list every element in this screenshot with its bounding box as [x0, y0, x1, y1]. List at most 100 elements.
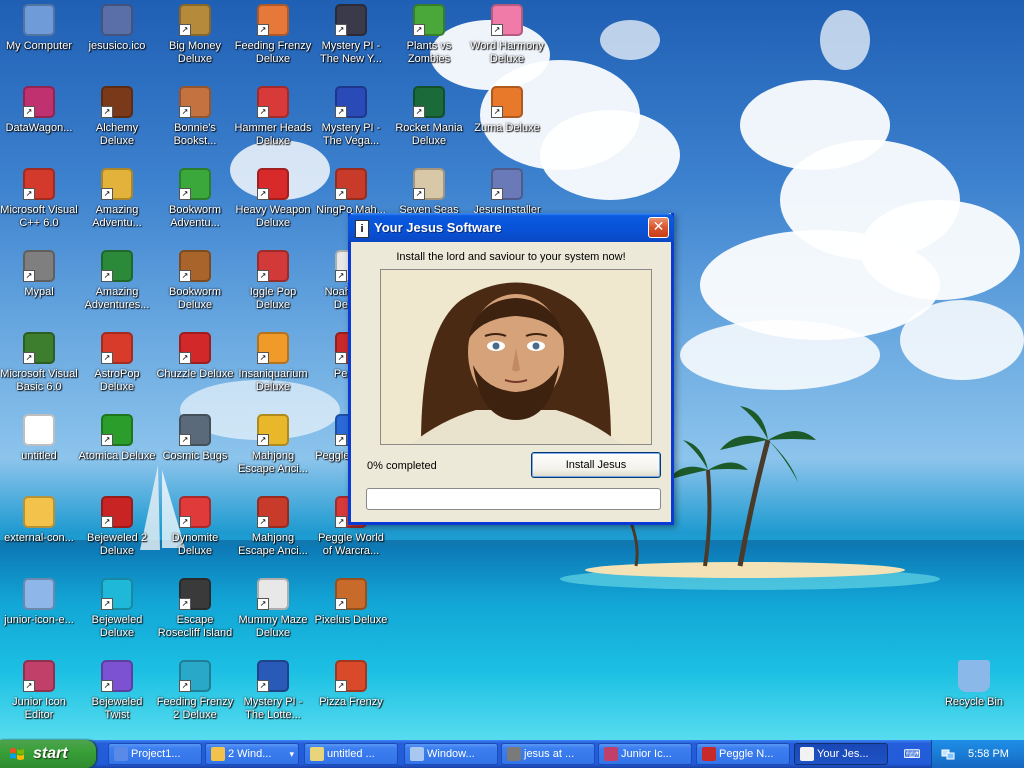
insaniquarium-icon: ↗: [257, 332, 289, 364]
shortcut-arrow-icon: ↗: [491, 188, 503, 200]
desktop-icon[interactable]: ↗ Mystery PI - The Vega...: [312, 86, 390, 148]
desktop-icon[interactable]: ↗ Microsoft Visual C++ 6.0: [0, 168, 78, 230]
shortcut-arrow-icon: ↗: [23, 188, 35, 200]
taskbar-button[interactable]: Project1...: [108, 743, 202, 765]
desktop-icon[interactable]: external-con...: [0, 496, 78, 545]
desktop-icon-label: Atomica Deluxe: [78, 450, 156, 462]
shortcut-arrow-icon: ↗: [413, 24, 425, 36]
window-task-icon: [410, 747, 424, 761]
desktop-icon[interactable]: ↗ Heavy Weapon Deluxe: [234, 168, 312, 230]
network-icon[interactable]: [941, 747, 955, 761]
desktop-icon[interactable]: ↗ Cosmic Bugs: [156, 414, 234, 463]
clock[interactable]: 5:58 PM: [968, 740, 1009, 768]
desktop-icon[interactable]: ↗ Zuma Deluxe: [468, 86, 546, 135]
dialog-titlebar[interactable]: i Your Jesus Software ✕: [348, 213, 674, 242]
desktop-icon[interactable]: ↗ Bejeweled 2 Deluxe: [78, 496, 156, 558]
desktop-icon[interactable]: ↗ DataWagon...: [0, 86, 78, 135]
desktop-icon[interactable]: ↗ Feeding Frenzy 2 Deluxe: [156, 660, 234, 722]
amazing-adventures-2-icon: ↗: [101, 250, 133, 282]
desktop-icon[interactable]: ↗ Bonnie's Bookst...: [156, 86, 234, 148]
visual-basic-task-icon: [114, 747, 128, 761]
desktop-icon[interactable]: ↗ Bejeweled Twist: [78, 660, 156, 722]
shortcut-arrow-icon: ↗: [491, 106, 503, 118]
desktop-icon[interactable]: ↗ Chuzzle Deluxe: [156, 332, 234, 381]
zuma-icon: ↗: [491, 86, 523, 118]
mahjong-escape-2-icon: ↗: [257, 496, 289, 528]
desktop-icon[interactable]: ↗ Big Money Deluxe: [156, 4, 234, 66]
desktop-icon[interactable]: ↗ Feeding Frenzy Deluxe: [234, 4, 312, 66]
desktop-icon[interactable]: ↗ Mypal: [0, 250, 78, 299]
taskbar-button[interactable]: jesus at ...: [501, 743, 595, 765]
desktop-icon[interactable]: My Computer: [0, 4, 78, 53]
shortcut-arrow-icon: ↗: [257, 598, 269, 610]
shortcut-arrow-icon: ↗: [335, 516, 347, 528]
installer-app-icon: i: [355, 220, 369, 238]
desktop-icon[interactable]: ↗ Mystery PI - The Lotte...: [234, 660, 312, 722]
desktop-icon[interactable]: ↗ Dynomite Deluxe: [156, 496, 234, 558]
desktop-icon[interactable]: ↗ Rocket Mania Deluxe: [390, 86, 468, 148]
desktop-icon[interactable]: jesusico.ico: [78, 4, 156, 53]
desktop-icon[interactable]: ↗ Pizza Frenzy: [312, 660, 390, 709]
bejeweled-2-icon: ↗: [101, 496, 133, 528]
desktop-icon[interactable]: ↗ Amazing Adventu...: [78, 168, 156, 230]
shortcut-arrow-icon: ↗: [23, 270, 35, 282]
desktop-icon[interactable]: ↗ NingPo Mah...: [312, 168, 390, 217]
desktop-icon[interactable]: ↗ Microsoft Visual Basic 6.0: [0, 332, 78, 394]
shortcut-arrow-icon: ↗: [101, 270, 113, 282]
desktop-icon-label: Mahjong Escape Anci...: [238, 450, 308, 475]
recycle-bin[interactable]: Recycle Bin: [935, 660, 1013, 709]
desktop-icon[interactable]: untitled: [0, 414, 78, 463]
taskbar-button[interactable]: Your Jes...: [794, 743, 888, 765]
windows-logo-icon: [10, 748, 24, 760]
paint-icon: [23, 414, 55, 446]
desktop-icon[interactable]: ↗ Hammer Heads Deluxe: [234, 86, 312, 148]
mypal-icon: ↗: [23, 250, 55, 282]
recycle-bin-icon: [958, 660, 990, 692]
desktop-icon[interactable]: ↗ Mahjong Escape Anci...: [234, 414, 312, 476]
start-button[interactable]: start: [0, 740, 96, 768]
desktop-icon[interactable]: ↗ Iggle Pop Deluxe: [234, 250, 312, 312]
shortcut-arrow-icon: ↗: [23, 106, 35, 118]
taskbar-button[interactable]: 2 Wind... ▾: [205, 743, 299, 765]
taskbar-button-label: Your Jes...: [817, 748, 869, 760]
taskbar-button[interactable]: Window...: [404, 743, 498, 765]
desktop-icon[interactable]: ↗ Bookworm Adventu...: [156, 168, 234, 230]
desktop-icon-label: My Computer: [5, 40, 73, 52]
desktop-icon-label: Mystery PI - The Lotte...: [243, 696, 303, 721]
desktop-icon[interactable]: ↗ Pixelus Deluxe: [312, 578, 390, 627]
shortcut-arrow-icon: ↗: [179, 680, 191, 692]
desktop-icon[interactable]: ↗ Amazing Adventures...: [78, 250, 156, 312]
taskbar-button[interactable]: Peggle N...: [696, 743, 790, 765]
desktop-icon-label: Hammer Heads Deluxe: [234, 122, 312, 147]
mystery-pi-vegas-icon: ↗: [335, 86, 367, 118]
desktop-icon[interactable]: ↗ Plants vs Zombies: [390, 4, 468, 66]
taskbar-button[interactable]: untitled ...: [304, 743, 398, 765]
desktop-icon[interactable]: junior-icon-e...: [0, 578, 78, 627]
desktop-icon[interactable]: ↗ Bookworm Deluxe: [156, 250, 234, 312]
desktop-icon[interactable]: ↗ AstroPop Deluxe: [78, 332, 156, 394]
desktop-icon[interactable]: ↗ Mystery PI - The New Y...: [312, 4, 390, 66]
desktop-icon[interactable]: ↗ Word Harmony Deluxe: [468, 4, 546, 66]
dropdown-arrow-icon: ▾: [289, 749, 294, 759]
desktop-icon-label: Pizza Frenzy: [319, 696, 383, 708]
shortcut-arrow-icon: ↗: [257, 270, 269, 282]
desktop-icon[interactable]: ↗ Alchemy Deluxe: [78, 86, 156, 148]
close-button[interactable]: ✕: [648, 217, 669, 238]
desktop-icon-label: Microsoft Visual C++ 6.0: [0, 204, 78, 229]
desktop-icon[interactable]: ↗ Mummy Maze Deluxe: [234, 578, 312, 640]
desktop-icon[interactable]: ↗ Bejeweled Deluxe: [78, 578, 156, 640]
desktop-icon-label: Feeding Frenzy Deluxe: [234, 40, 312, 65]
desktop-icon-label: Plants vs Zombies: [406, 40, 452, 65]
taskbar-button-label: jesus at ...: [524, 748, 575, 760]
desktop-icon[interactable]: ↗ JesusInstaller: [468, 168, 546, 217]
desktop-icon[interactable]: ↗ Insaniquarium Deluxe: [234, 332, 312, 394]
install-jesus-button[interactable]: Install Jesus: [531, 452, 661, 478]
desktop-icon[interactable]: ↗ Junior Icon Editor: [0, 660, 78, 722]
desktop-icon[interactable]: ↗ Mahjong Escape Anci...: [234, 496, 312, 558]
shortcut-arrow-icon: ↗: [179, 516, 191, 528]
taskbar-button[interactable]: Junior Ic...: [598, 743, 692, 765]
mystery-pi-new-york-icon: ↗: [335, 4, 367, 36]
desktop-icon[interactable]: ↗ Escape Rosecliff Island: [156, 578, 234, 640]
desktop-icon[interactable]: ↗ Atomica Deluxe: [78, 414, 156, 463]
keyboard-icon[interactable]: ⌨: [901, 745, 923, 763]
